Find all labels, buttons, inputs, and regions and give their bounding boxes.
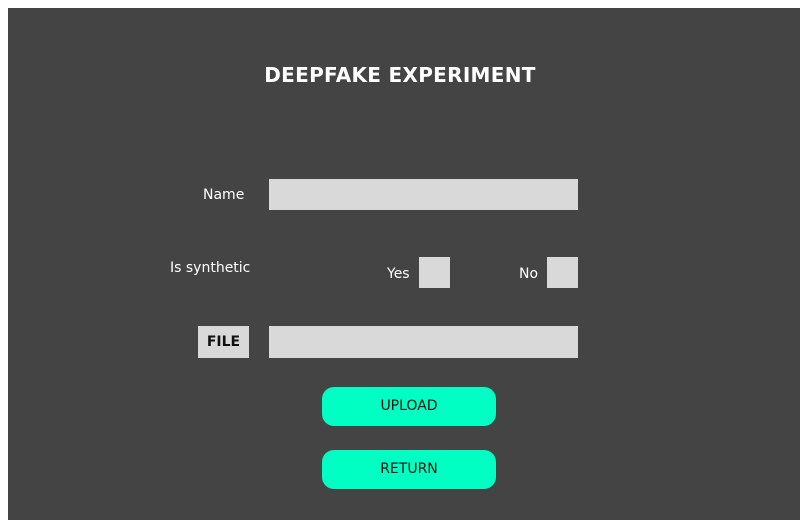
no-checkbox[interactable]	[547, 257, 578, 288]
file-button[interactable]: FILE	[198, 326, 249, 358]
return-button[interactable]: RETURN	[322, 450, 496, 489]
is-synthetic-label: Is synthetic	[170, 260, 251, 276]
yes-checkbox[interactable]	[419, 257, 450, 288]
no-label: No	[519, 266, 539, 282]
yes-label: Yes	[387, 266, 410, 282]
upload-button[interactable]: UPLOAD	[322, 387, 496, 426]
name-input[interactable]	[269, 179, 578, 210]
page-title: DEEPFAKE EXPERIMENT	[264, 63, 536, 87]
file-path-input[interactable]	[269, 326, 578, 358]
name-label: Name	[203, 187, 245, 203]
